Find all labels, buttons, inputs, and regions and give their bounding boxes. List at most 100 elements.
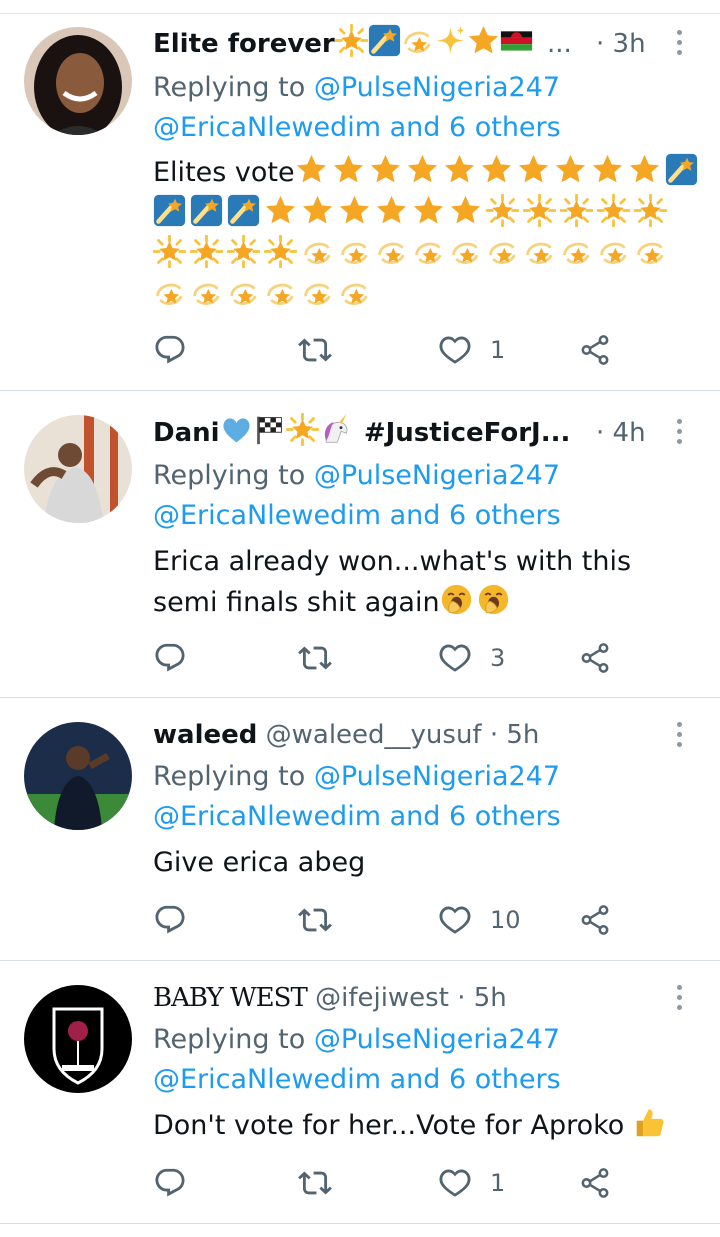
star-icon (369, 153, 402, 186)
tweet-actions: 10 (153, 903, 623, 937)
truncation: ... (547, 29, 572, 59)
user-handle[interactable]: @waleed__yusuf (266, 720, 482, 750)
retweet-button[interactable] (298, 333, 332, 367)
star-icon (406, 153, 439, 186)
like-button[interactable]: 10 (438, 903, 521, 937)
heart-icon (438, 333, 472, 367)
tweet-text-content: Don't vote for her...Vote for Aproko (153, 1110, 625, 1141)
replying-prefix: Replying to (153, 1024, 306, 1055)
like-button[interactable]: 1 (438, 1166, 505, 1200)
replying-prefix: Replying to (153, 460, 306, 491)
star-icon (449, 194, 482, 227)
emoji-row (153, 194, 671, 234)
tweet-text-line-2: semi finals shit again (153, 582, 683, 623)
reply-button[interactable] (153, 641, 187, 675)
tweet-1[interactable]: Elite forever ... · 3h Replying to @Puls… (0, 14, 720, 391)
timestamp[interactable]: · 4h (596, 413, 646, 453)
glowing-star-icon (286, 413, 319, 446)
share-button[interactable] (578, 333, 612, 367)
tweet-actions: 1 (153, 333, 623, 367)
mention-link[interactable]: @PulseNigeria247 (314, 72, 560, 103)
tweet-text: Don't vote for her...Vote for Aproko (153, 1105, 713, 1146)
reply-button[interactable] (153, 333, 187, 367)
dizzy-icon (338, 235, 371, 268)
display-name[interactable]: waleed (153, 720, 257, 750)
star-icon (338, 194, 371, 227)
more-options-icon[interactable] (672, 30, 686, 60)
display-name[interactable]: Elite forever (153, 29, 335, 59)
reply-button[interactable] (153, 903, 187, 937)
tweet-2[interactable]: Dani #JusticeForJ... · 4h Replying to @P… (0, 391, 720, 698)
tweet-header: Dani #JusticeForJ... (153, 413, 570, 453)
tweet-4[interactable]: BABY WEST @ifejiwest · 5h Replying to @P… (0, 961, 720, 1224)
heart-icon (438, 1166, 472, 1200)
like-button[interactable]: 1 (438, 333, 505, 367)
tweet-text: Give erica abeg (153, 847, 366, 878)
like-count: 10 (490, 906, 521, 934)
display-name[interactable]: Dani (153, 418, 220, 448)
star-icon (467, 24, 500, 57)
avatar[interactable] (24, 985, 132, 1093)
user-handle[interactable]: @ifejiwest (315, 983, 449, 1013)
glowing-star-icon (486, 194, 519, 227)
retweet-button[interactable] (298, 903, 332, 937)
retweet-button[interactable] (298, 1166, 332, 1200)
display-name-suffix[interactable]: #JusticeForJ... (364, 418, 571, 448)
mention-link[interactable]: @PulseNigeria247 (314, 1024, 560, 1055)
share-button[interactable] (578, 1166, 612, 1200)
star-icon (480, 153, 513, 186)
reply-icon (153, 903, 187, 937)
replying-prefix: Replying to (153, 761, 306, 792)
timestamp[interactable]: · 3h (596, 24, 646, 64)
shooting-star-icon (665, 153, 698, 186)
replying-others-link[interactable]: @EricaNlewedim and 6 others (153, 796, 561, 837)
dizzy-icon (301, 235, 334, 268)
mention-link[interactable]: @PulseNigeria247 (314, 460, 560, 491)
malawi-flag-icon (500, 24, 533, 57)
reply-button[interactable] (153, 1166, 187, 1200)
avatar[interactable] (24, 415, 132, 523)
tweet-3[interactable]: waleed @waleed__yusuf · 5h Replying to @… (0, 698, 720, 961)
star-icon (517, 153, 550, 186)
star-icon (332, 153, 365, 186)
retweet-button[interactable] (298, 641, 332, 675)
share-icon (578, 1166, 612, 1200)
glowing-star-icon (335, 24, 368, 57)
star-icon (628, 153, 661, 186)
replying-others-link[interactable]: @EricaNlewedim and 6 others (153, 495, 561, 536)
share-icon (578, 333, 612, 367)
shooting-star-icon (368, 24, 401, 57)
star-icon (301, 194, 334, 227)
blue-heart-icon (220, 413, 253, 446)
glowing-star-icon (597, 194, 630, 227)
yawning-face-icon (477, 583, 510, 616)
more-options-icon[interactable] (672, 419, 686, 449)
replying-others-link[interactable]: @EricaNlewedim and 6 others (153, 107, 561, 148)
timestamp[interactable]: · 5h (490, 720, 540, 750)
dizzy-icon (401, 24, 434, 57)
avatar[interactable] (24, 722, 132, 830)
more-options-icon[interactable] (672, 722, 686, 752)
more-options-icon[interactable] (672, 985, 686, 1015)
like-button[interactable]: 3 (438, 641, 505, 675)
retweet-icon (298, 1166, 332, 1200)
display-name[interactable]: BABY WEST (153, 983, 308, 1013)
star-icon (443, 153, 476, 186)
timestamp[interactable]: · 5h (457, 983, 507, 1013)
dizzy-icon (227, 276, 260, 309)
emoji-row (153, 276, 375, 316)
avatar[interactable] (24, 27, 132, 135)
replying-to: Replying to @PulseNigeria247 (153, 67, 560, 108)
tweet-text-line: Erica already won...what's with this (153, 546, 632, 577)
tweet-header: BABY WEST @ifejiwest · 5h (153, 978, 507, 1018)
dizzy-icon (375, 235, 408, 268)
retweet-icon (298, 333, 332, 367)
share-button[interactable] (578, 641, 612, 675)
mention-link[interactable]: @PulseNigeria247 (314, 761, 560, 792)
replying-others-link[interactable]: @EricaNlewedim and 6 others (153, 1059, 561, 1100)
share-button[interactable] (578, 903, 612, 937)
reply-icon (153, 333, 187, 367)
replying-to: Replying to @PulseNigeria247 (153, 455, 560, 496)
dizzy-icon (449, 235, 482, 268)
tweet-header: Elite forever ... (153, 24, 572, 64)
